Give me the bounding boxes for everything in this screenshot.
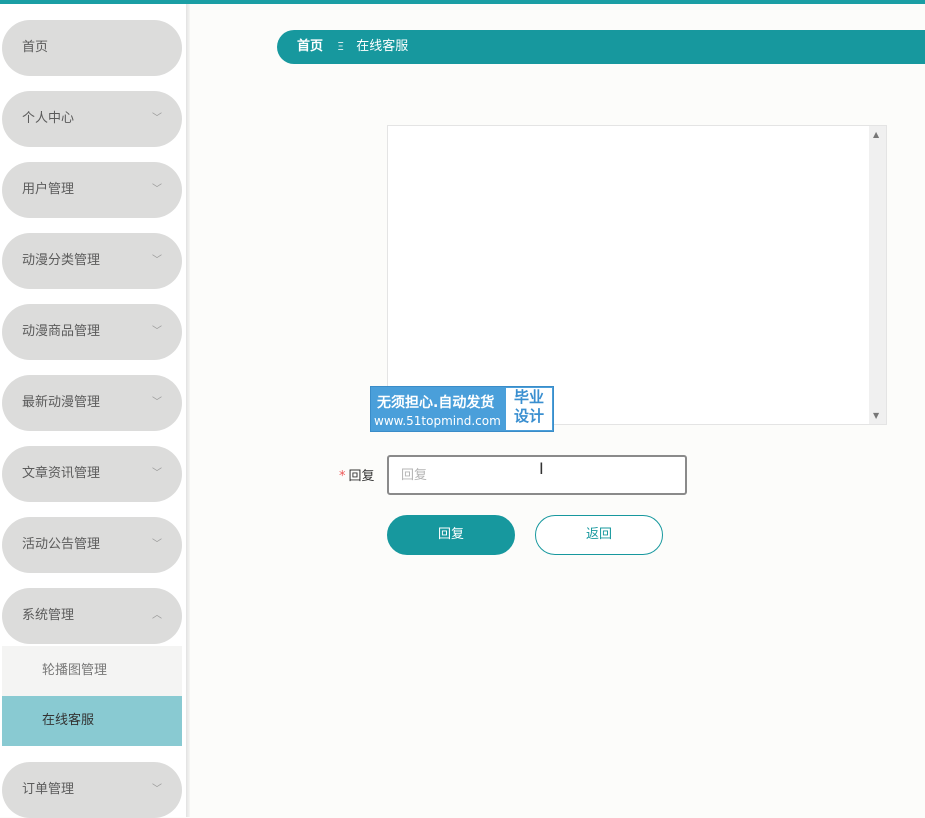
watermark-line1: 无须担心.自动发货 (377, 395, 495, 411)
sidebar-item-label: 订单管理 (22, 782, 75, 797)
sidebar-item-latest-anime[interactable]: 最新动漫管理 ﹀ (2, 375, 182, 431)
watermark-badge-line1: 毕业 (513, 388, 544, 406)
sidebar-item-personal-center[interactable]: 个人中心 ﹀ (2, 91, 182, 147)
reply-button[interactable]: 回复 (387, 515, 515, 555)
sidebar-item-label: 最新动漫管理 (22, 395, 101, 410)
sidebar-item-label: 系统管理 (22, 608, 75, 623)
scroll-up-arrow-icon[interactable]: ▲ (873, 130, 879, 139)
reply-label-text: 回复 (348, 469, 375, 484)
watermark-badge-line2: 设计 (513, 407, 544, 425)
chevron-down-icon: ﹀ (152, 468, 162, 479)
reply-field-label: * 回复 (339, 465, 375, 484)
chevron-down-icon: ﹀ (152, 397, 162, 408)
breadcrumb-current: 在线客服 (356, 39, 409, 54)
sidebar-item-user-management[interactable]: 用户管理 ﹀ (2, 162, 182, 218)
sidebar-item-label: 活动公告管理 (22, 537, 101, 552)
back-button[interactable]: 返回 (535, 515, 663, 555)
breadcrumb-separator-icon: Ξ (337, 40, 345, 53)
sidebar: 首页 个人中心 ﹀ 用户管理 ﹀ 动漫分类管理 ﹀ 动漫商品管理 ﹀ 最新动漫管… (0, 4, 186, 818)
sidebar-divider (186, 4, 190, 817)
sidebar-item-label: 动漫商品管理 (22, 324, 101, 339)
chevron-down-icon: ﹀ (152, 326, 162, 337)
watermark-badge: 毕业 设计 (506, 388, 552, 430)
sidebar-item-home[interactable]: 首页 (2, 20, 182, 76)
chevron-up-icon: ︿ (152, 610, 162, 621)
watermark-text-block: 无须担心.自动发货 www.51topmind.com (371, 387, 505, 431)
sidebar-item-label: 动漫分类管理 (22, 253, 101, 268)
sidebar-item-announcements[interactable]: 活动公告管理 ﹀ (2, 517, 182, 573)
chevron-down-icon: ﹀ (152, 539, 162, 550)
required-asterisk: * (339, 469, 346, 484)
sidebar-item-articles[interactable]: 文章资讯管理 ﹀ (2, 446, 182, 502)
chat-message-area[interactable]: ▲ ▼ (387, 125, 887, 425)
chevron-down-icon: ﹀ (152, 113, 162, 124)
sidebar-subitem-carousel[interactable]: 轮播图管理 (2, 646, 182, 696)
text-cursor-icon: I (539, 459, 544, 478)
watermark-banner: 无须担心.自动发货 www.51topmind.com 毕业 设计 (370, 386, 554, 432)
chevron-down-icon: ﹀ (152, 255, 162, 266)
sidebar-item-label: 用户管理 (22, 182, 75, 197)
sidebar-item-anime-category[interactable]: 动漫分类管理 ﹀ (2, 233, 182, 289)
sidebar-item-orders[interactable]: 订单管理 ﹀ (2, 762, 182, 818)
reply-input[interactable] (387, 455, 687, 495)
breadcrumb-home[interactable]: 首页 (297, 39, 323, 54)
scroll-down-arrow-icon[interactable]: ▼ (873, 411, 879, 420)
sidebar-subitem-label: 在线客服 (42, 713, 95, 728)
breadcrumb: 首页 Ξ 在线客服 (277, 30, 925, 64)
sidebar-subitem-online-service[interactable]: 在线客服 (2, 696, 182, 746)
sidebar-item-label: 首页 (22, 40, 49, 55)
sidebar-item-system-management[interactable]: 系统管理 ︿ (2, 588, 182, 644)
sidebar-subitem-label: 轮播图管理 (42, 663, 108, 678)
watermark-line2: www.51topmind.com (374, 414, 501, 428)
sidebar-item-label: 个人中心 (22, 111, 75, 126)
chevron-down-icon: ﹀ (152, 784, 162, 795)
sidebar-item-label: 文章资讯管理 (22, 466, 101, 481)
chat-scrollbar[interactable]: ▲ ▼ (869, 126, 886, 424)
sidebar-item-anime-products[interactable]: 动漫商品管理 ﹀ (2, 304, 182, 360)
chevron-down-icon: ﹀ (152, 184, 162, 195)
